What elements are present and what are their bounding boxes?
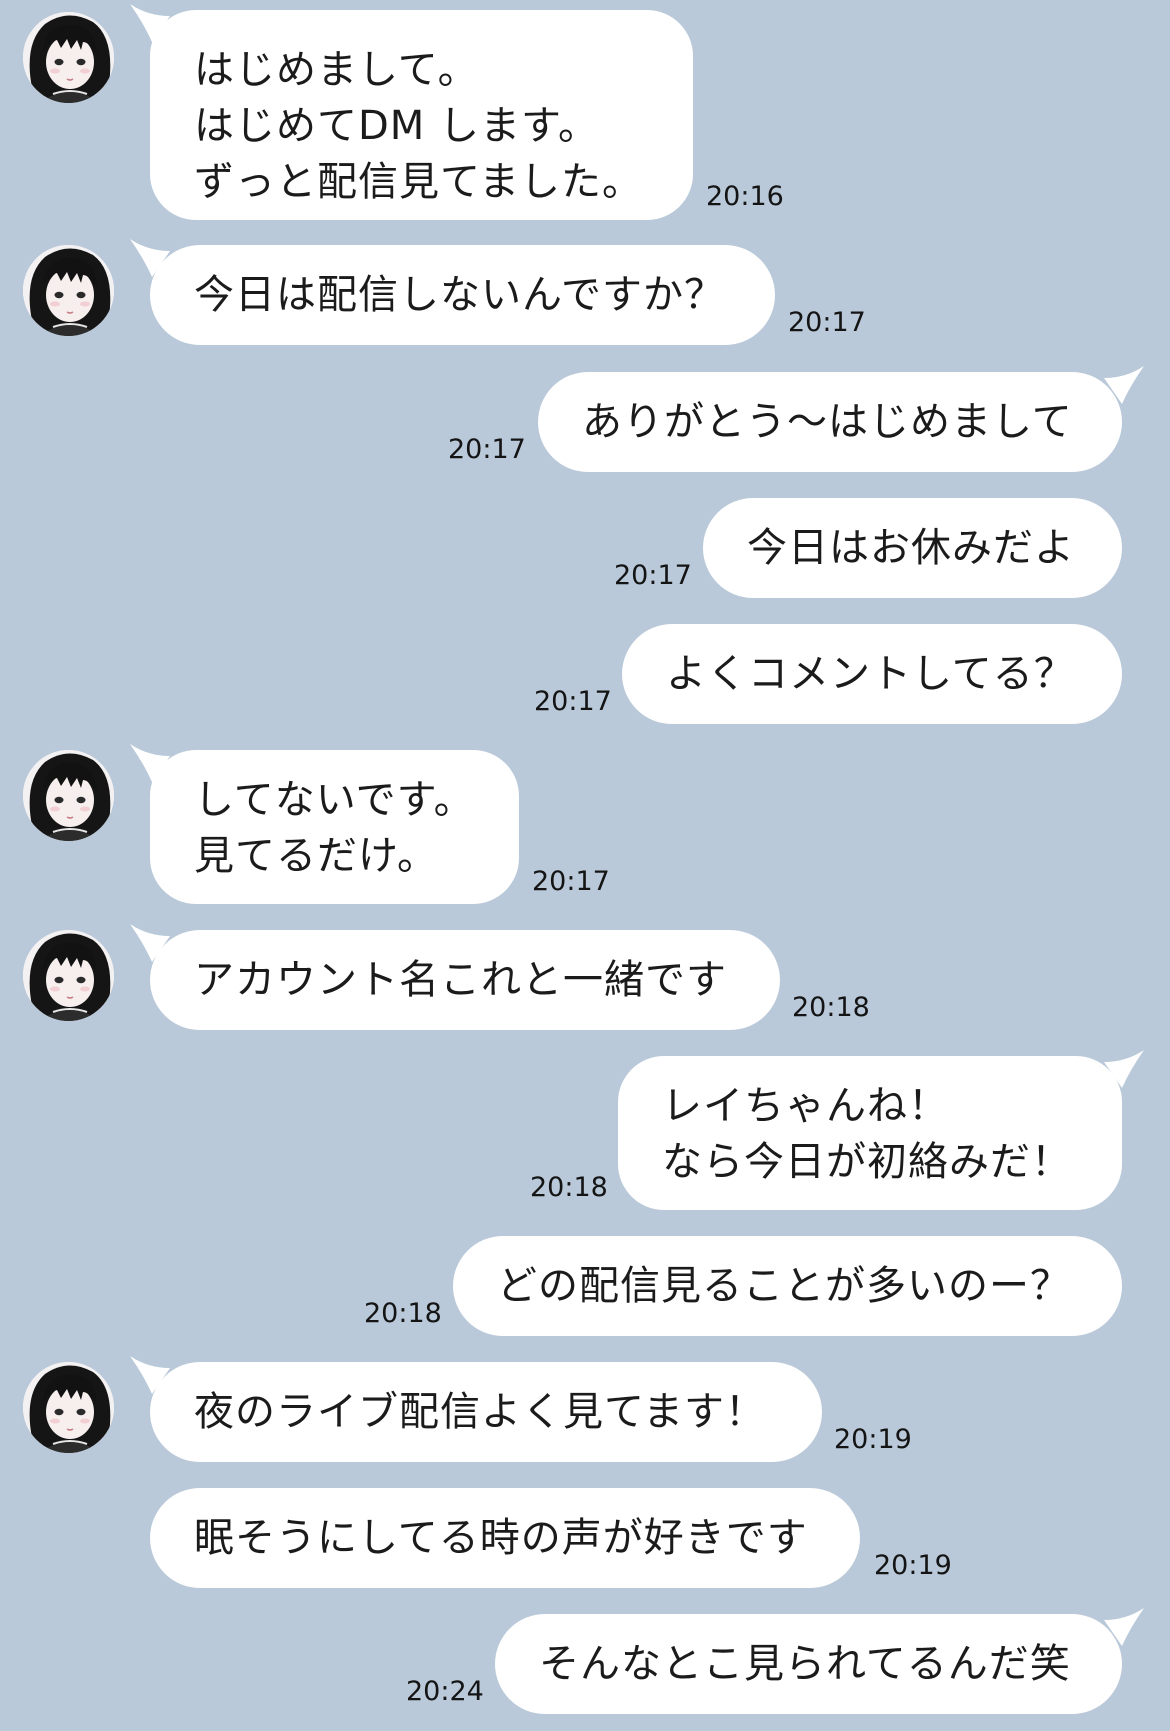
message-text: レイちゃんね！ なら今日が初絡みだ！ [662,1083,1072,1185]
bubble-tail-icon [130,239,170,277]
message-text: アカウント名これと一緒です [194,957,727,1003]
message-outgoing: 20:17 今日はお休みだよ [0,498,1170,598]
message-outgoing: 20:24 そんなとこ見られてるんだ笑 [0,1608,1170,1714]
message-incoming: アカウント名これと一緒です 20:18 [0,924,1170,1030]
bubble-tail-icon [1104,1050,1144,1088]
message-outgoing: 20:17 よくコメントしてる？ [0,624,1170,724]
message-text: 眠そうにしてる時の声が好きです [194,1515,808,1561]
message-bubble[interactable]: はじめまして。 はじめてDM します。 ずっと配信見てました。 [130,4,693,220]
message-bubble[interactable]: 今日は配信しないんですか？ [130,239,775,345]
message-bubble[interactable]: 夜のライブ配信よく見てます！ [130,1356,822,1462]
message-text: どの配信見ることが多いのー？ [497,1263,1071,1309]
bubble-tail-icon [1104,366,1144,404]
message-outgoing: 20:18 どの配信見ることが多いのー？ [0,1236,1170,1336]
message-incoming: はじめまして。 はじめてDM します。 ずっと配信見てました。 20:16 [0,4,1170,220]
message-time: 20:18 [530,1172,608,1203]
message-outgoing: 20:18 レイちゃんね！ なら今日が初絡みだ！ [0,1050,1170,1210]
message-bubble[interactable]: 今日はお休みだよ [703,498,1122,598]
message-time: 20:19 [874,1550,952,1581]
message-text: 夜のライブ配信よく見てます！ [194,1389,766,1435]
message-bubble[interactable]: どの配信見ることが多いのー？ [453,1236,1122,1336]
user-avatar-icon[interactable] [23,750,114,841]
message-incoming: してないです。 見てるだけ。 20:17 [0,744,1170,904]
message-bubble[interactable]: アカウント名これと一緒です [130,924,780,1030]
message-time: 20:18 [364,1298,442,1329]
bubble-tail-icon [130,4,170,42]
message-time: 20:24 [406,1676,484,1707]
message-text: ありがとう〜はじめまして [582,399,1073,445]
user-avatar-icon[interactable] [23,930,114,1021]
message-text: 今日は配信しないんですか？ [194,272,725,318]
user-avatar-icon[interactable] [23,12,114,103]
message-incoming: 今日は配信しないんですか？ 20:17 [0,239,1170,345]
message-text: 今日はお休みだよ [747,525,1075,571]
bubble-tail-icon [130,1356,170,1394]
message-time: 20:19 [834,1424,912,1455]
user-avatar-icon[interactable] [23,1362,114,1453]
message-bubble[interactable]: そんなとこ見られてるんだ笑 [495,1608,1144,1714]
message-time: 20:17 [448,434,526,465]
message-text: してないです。 見てるだけ。 [194,777,475,879]
message-bubble[interactable]: ありがとう〜はじめまして [538,366,1144,472]
message-time: 20:17 [788,307,866,338]
message-outgoing: 20:17 ありがとう〜はじめまして [0,366,1170,472]
message-text: そんなとこ見られてるんだ笑 [539,1641,1071,1687]
message-time: 20:18 [792,992,870,1023]
message-bubble[interactable]: よくコメントしてる？ [622,624,1122,724]
message-bubble[interactable]: レイちゃんね！ なら今日が初絡みだ！ [618,1050,1144,1210]
message-time: 20:17 [614,560,692,591]
user-avatar-icon[interactable] [23,245,114,336]
message-text: はじめまして。 はじめてDM します。 ずっと配信見てました。 [194,47,643,205]
message-incoming: 眠そうにしてる時の声が好きです 20:19 [0,1488,1170,1588]
message-time: 20:17 [534,686,612,717]
message-time: 20:16 [706,181,784,212]
message-text: よくコメントしてる？ [666,651,1075,697]
message-time: 20:17 [532,866,610,897]
bubble-tail-icon [130,744,170,782]
message-bubble[interactable]: してないです。 見てるだけ。 [130,744,519,904]
message-incoming: 夜のライブ配信よく見てます！ 20:19 [0,1356,1170,1462]
bubble-tail-icon [1104,1608,1144,1646]
bubble-tail-icon [130,924,170,962]
message-bubble[interactable]: 眠そうにしてる時の声が好きです [150,1488,860,1588]
chat-thread: はじめまして。 はじめてDM します。 ずっと配信見てました。 20:16 今日… [0,0,1170,1731]
